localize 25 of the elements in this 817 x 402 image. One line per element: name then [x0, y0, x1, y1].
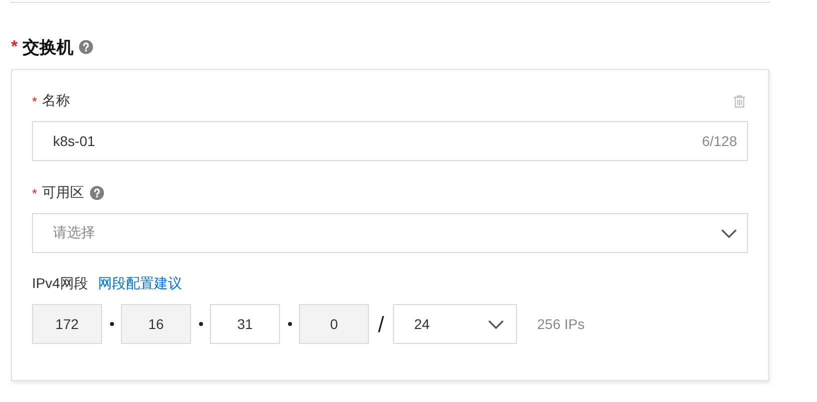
- field-label: 名称: [42, 92, 70, 110]
- required-mark: *: [32, 186, 38, 200]
- octet-input: 0: [299, 304, 369, 344]
- slash-separator: /: [378, 312, 384, 338]
- dot-separator-icon: [288, 322, 292, 326]
- section-title: 交换机: [22, 36, 74, 58]
- help-icon[interactable]: [78, 40, 93, 54]
- field-label: 可用区: [42, 184, 84, 202]
- octet-input: 172: [32, 304, 102, 344]
- zone-select[interactable]: 请选择: [32, 213, 748, 253]
- field-label: IPv4网段: [32, 275, 88, 293]
- chevron-down-icon: [488, 320, 504, 328]
- link[interactable]: 网段配置建议: [98, 275, 182, 293]
- character-counter: 6/128: [702, 133, 737, 149]
- octet-input: 16: [121, 304, 191, 344]
- chevron-down-icon: [721, 228, 737, 238]
- octet-input[interactable]: 31: [210, 304, 280, 344]
- name-input[interactable]: k8s-01 6/128: [32, 121, 748, 161]
- help-icon[interactable]: [90, 186, 104, 200]
- dot-separator-icon: [199, 322, 203, 326]
- ip-count: 256 IPs: [537, 316, 585, 332]
- prefix-select[interactable]: 24: [393, 304, 518, 344]
- required-mark: *: [11, 37, 18, 57]
- dot-separator-icon: [110, 322, 114, 326]
- required-mark: *: [32, 94, 38, 108]
